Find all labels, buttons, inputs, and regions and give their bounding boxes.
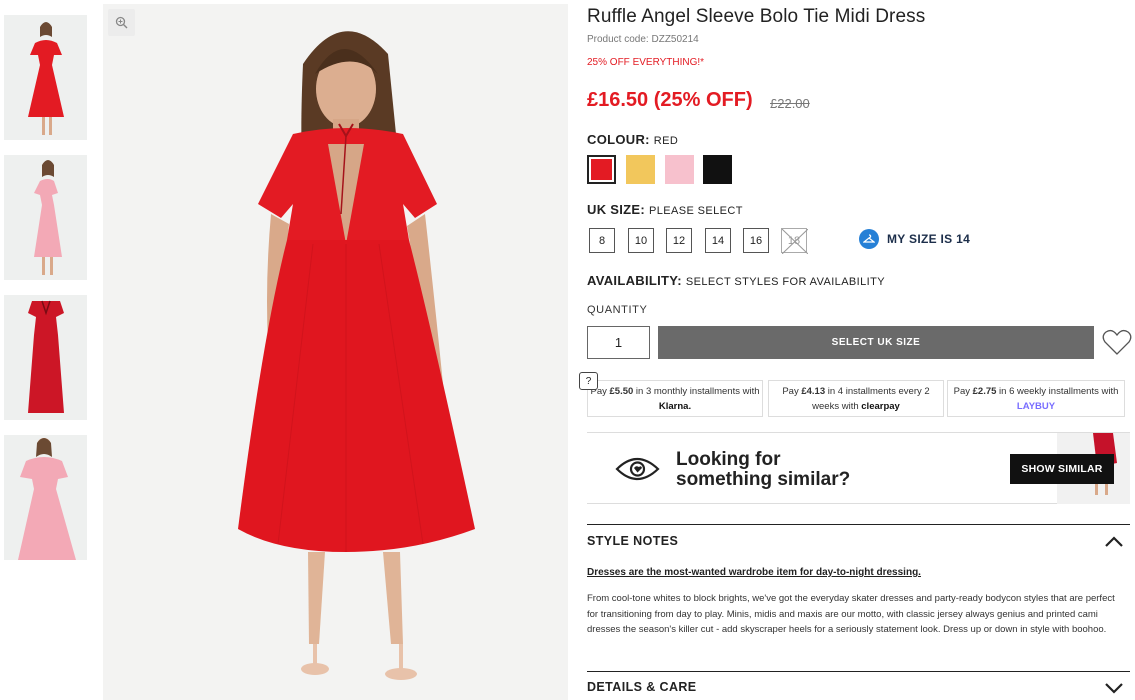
thumbnail-gallery <box>4 15 87 575</box>
laybuy-text: in 6 weekly installments with <box>996 386 1119 397</box>
colour-label-row: COLOUR: RED <box>587 132 678 147</box>
zoom-icon <box>115 16 128 29</box>
availability-label: AVAILABILITY: <box>587 273 682 288</box>
hanger-icon <box>859 229 879 249</box>
zoom-button[interactable] <box>108 9 135 36</box>
clearpay-pre: Pay <box>782 386 802 397</box>
swatch-red[interactable] <box>587 155 616 184</box>
klarna-logo: Klarna. <box>658 401 692 412</box>
style-notes-header: STYLE NOTES <box>587 534 679 548</box>
unavailable-cross-icon <box>782 229 808 254</box>
clearpay-logo: clearpay <box>861 401 900 412</box>
clearpay-payment-option[interactable]: Pay £4.13 in 4 installments every 2 week… <box>768 380 944 417</box>
details-care-header: DETAILS & CARE <box>587 680 697 694</box>
original-price: £22.00 <box>770 96 810 111</box>
show-similar-button[interactable]: SHOW SIMILAR <box>1010 454 1114 484</box>
style-notes-headline: Dresses are the most-wanted wardrobe ite… <box>587 567 921 578</box>
style-notes-body: From cool-tone whites to block brights, … <box>587 593 1115 635</box>
product-code: Product code: DZZ50214 <box>587 34 699 45</box>
similar-line-1: Looking for <box>676 449 781 470</box>
klarna-payment-option[interactable]: Pay £5.50 in 3 monthly installments with… <box>587 380 763 417</box>
thumbnail-1[interactable] <box>4 15 87 140</box>
laybuy-logo: LAYBUY <box>1016 401 1056 412</box>
size-option-8[interactable]: 8 <box>589 228 615 253</box>
promo-text: 25% OFF EVERYTHING!* <box>587 57 705 68</box>
size-option-14[interactable]: 14 <box>705 228 731 253</box>
my-size-link[interactable]: MY SIZE IS 14 <box>859 229 970 249</box>
availability-row: AVAILABILITY: SELECT STYLES FOR AVAILABIL… <box>587 273 885 288</box>
chevron-down-icon <box>1105 683 1123 694</box>
colour-value: RED <box>653 135 679 147</box>
availability-value: SELECT STYLES FOR AVAILABILITY <box>685 276 885 288</box>
size-option-16[interactable]: 16 <box>743 228 769 253</box>
product-title: Ruffle Angel Sleeve Bolo Tie Midi Dress <box>587 6 926 27</box>
swatch-pink[interactable] <box>665 155 694 184</box>
size-option-18-unavailable[interactable]: 18 <box>781 228 808 254</box>
chevron-up-icon <box>1105 536 1123 547</box>
klarna-text: in 3 monthly installments with <box>633 386 760 397</box>
colour-label: COLOUR: <box>587 132 650 147</box>
my-size-text: MY SIZE IS 14 <box>887 232 971 246</box>
style-notes-accordion[interactable]: STYLE NOTES <box>587 524 1130 564</box>
sale-price: £16.50 (25% OFF) <box>587 89 753 111</box>
details-care-accordion[interactable]: DETAILS & CARE <box>587 671 1130 700</box>
eye-icon <box>615 457 660 481</box>
quantity-input[interactable]: 1 <box>587 326 650 359</box>
laybuy-amount: £2.75 <box>972 386 997 397</box>
payment-help-button[interactable]: ? <box>579 372 598 390</box>
klarna-amount: £5.50 <box>609 386 634 397</box>
thumbnail-3[interactable] <box>4 295 87 420</box>
add-to-bag-button[interactable]: SELECT UK SIZE <box>658 326 1094 359</box>
size-value: PLEASE SELECT <box>649 205 743 217</box>
laybuy-payment-option[interactable]: Pay £2.75 in 6 weekly installments with … <box>947 380 1125 417</box>
quantity-label: QUANTITY <box>587 304 648 316</box>
main-product-image <box>103 4 568 700</box>
similar-question: Looking for something similar? <box>676 450 850 490</box>
clearpay-amount: £4.13 <box>801 386 826 397</box>
thumbnail-2[interactable] <box>4 155 87 280</box>
show-similar-panel: Looking for something similar? SHOW SIMI… <box>587 432 1130 504</box>
swatch-black[interactable] <box>703 155 732 184</box>
thumbnail-4[interactable] <box>4 435 87 560</box>
size-option-12[interactable]: 12 <box>666 228 692 253</box>
size-option-10[interactable]: 10 <box>628 228 654 253</box>
laybuy-pre: Pay <box>953 386 973 397</box>
size-label: UK SIZE: <box>587 202 646 217</box>
wishlist-heart-icon[interactable] <box>1102 328 1132 361</box>
similar-line-2: something similar? <box>676 469 851 490</box>
size-label-row: UK SIZE: PLEASE SELECT <box>587 202 743 217</box>
swatch-yellow[interactable] <box>626 155 655 184</box>
